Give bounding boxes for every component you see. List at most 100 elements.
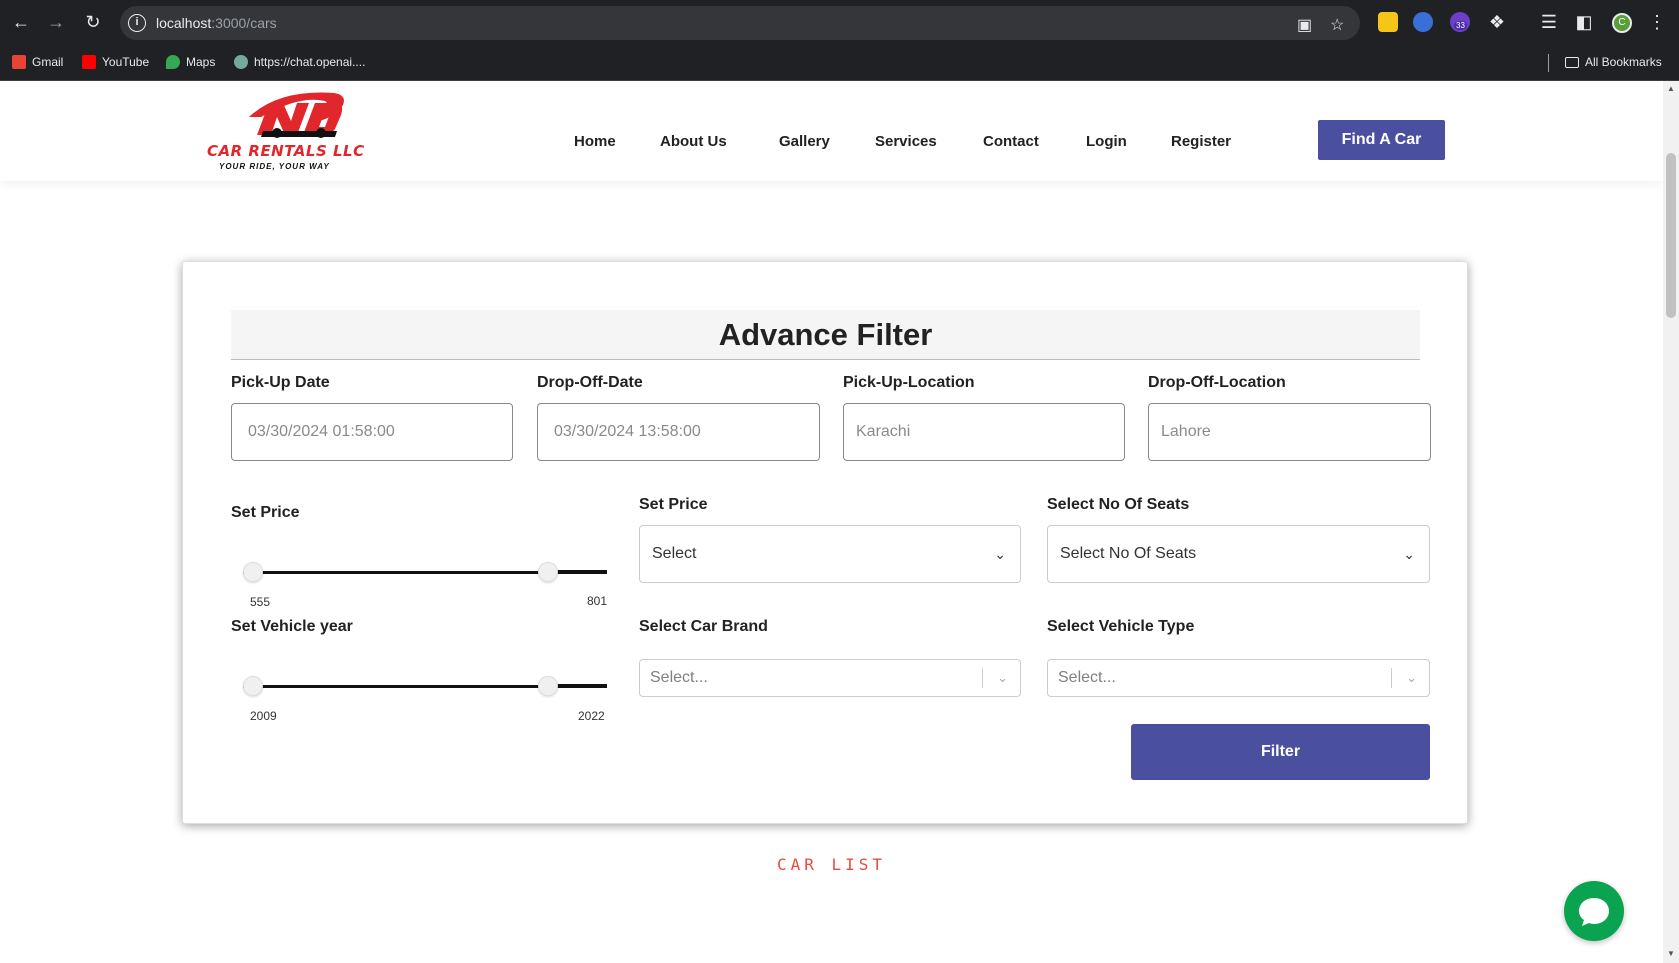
chevron-down-icon: ⌄	[994, 546, 1006, 562]
back-icon[interactable]: ←	[10, 11, 32, 33]
browser-toolbar: ← → ↻ i localhost:3000/cars ▣ ☆ 33 ❖ ☰ ◧…	[0, 0, 1679, 46]
bookmark-star-icon[interactable]: ☆	[1330, 15, 1344, 35]
price-min-handle[interactable]	[243, 562, 263, 582]
extension-blue-icon[interactable]	[1413, 12, 1433, 32]
bookmark-youtube[interactable]: YouTube	[82, 55, 149, 69]
browser-menu-icon[interactable]: ⋮	[1646, 11, 1668, 33]
seats-select-label: Select No Of Seats	[1047, 496, 1190, 513]
bookmark-label: Maps	[186, 55, 216, 69]
site-logo[interactable]: CAR RENTALS LLC YOUR RIDE, YOUR WAY	[205, 85, 365, 173]
nav-services[interactable]: Services	[875, 133, 937, 150]
year-min-value: 2009	[250, 709, 277, 723]
media-control-icon[interactable]: ☰	[1538, 11, 1560, 33]
url-host: localhost	[156, 15, 212, 31]
car-list-heading: CAR LIST	[776, 855, 887, 874]
scrollbar-thumb[interactable]	[1666, 153, 1676, 318]
gmail-icon	[12, 55, 26, 69]
extension-purple-icon[interactable]: 33	[1450, 12, 1470, 32]
nav-gallery[interactable]: Gallery	[779, 133, 830, 150]
bookmarks-bar: Gmail YouTube Maps https://chat.openai..…	[0, 46, 1679, 81]
price-select[interactable]: Select ⌄	[639, 525, 1021, 583]
car-brand-placeholder: Select...	[650, 669, 708, 686]
install-app-icon[interactable]: ▣	[1297, 15, 1312, 35]
bookmark-label: YouTube	[102, 55, 150, 69]
year-max-value: 2022	[578, 709, 605, 723]
extension-badge: 33	[1454, 21, 1467, 30]
pickup-date-input[interactable]: 03/30/2024 01:58:00	[231, 403, 513, 461]
price-range-label: Set Price	[231, 504, 300, 521]
price-range-slider[interactable]	[243, 562, 607, 582]
nav-contact[interactable]: Contact	[983, 133, 1039, 150]
bookmarks-divider	[1548, 54, 1549, 72]
seats-select[interactable]: Select No Of Seats ⌄	[1047, 525, 1430, 583]
forward-icon[interactable]: →	[45, 11, 67, 33]
scroll-down-icon[interactable]: ▼	[1667, 949, 1675, 958]
filter-title: Advance Filter	[718, 317, 933, 352]
car-brand-label: Select Car Brand	[639, 618, 768, 635]
dropoff-date-input[interactable]: 03/30/2024 13:58:00	[537, 403, 820, 461]
url-path: :3000/cars	[211, 15, 277, 31]
price-max-value: 801	[587, 594, 608, 608]
bookmark-openai[interactable]: https://chat.openai....	[234, 55, 365, 69]
logo-brand-text: CAR RENTALS LLC	[207, 142, 365, 160]
extension-yellow-icon[interactable]	[1378, 12, 1398, 32]
find-a-car-button[interactable]: Find A Car	[1318, 120, 1445, 160]
year-min-handle[interactable]	[243, 676, 263, 696]
nav-register[interactable]: Register	[1171, 133, 1231, 150]
page-scrollbar[interactable]: ▲ ▼	[1663, 81, 1679, 963]
year-max-handle[interactable]	[538, 676, 558, 696]
bookmark-label: https://chat.openai....	[254, 55, 366, 69]
chat-bubble-icon	[1579, 898, 1609, 926]
pickup-date-label: Pick-Up Date	[231, 374, 330, 391]
logo-tagline: YOUR RIDE, YOUR WAY	[219, 162, 330, 171]
extensions-puzzle-icon[interactable]: ❖	[1486, 11, 1508, 33]
advance-filter-card: Advance Filter Pick-Up Date 03/30/2024 0…	[182, 261, 1468, 824]
chevron-down-icon: ⌄	[1403, 546, 1415, 562]
pickup-location-input[interactable]: Karachi	[843, 403, 1125, 461]
price-select-value: Select	[652, 545, 697, 562]
filter-button[interactable]: Filter	[1131, 724, 1430, 780]
all-bookmarks-label: All Bookmarks	[1585, 55, 1662, 69]
vehicle-type-placeholder: Select...	[1058, 669, 1116, 686]
folder-icon	[1565, 56, 1579, 68]
nav-login[interactable]: Login	[1086, 133, 1127, 150]
chat-widget-button[interactable]	[1564, 881, 1624, 941]
vehicle-type-label: Select Vehicle Type	[1047, 618, 1195, 635]
vehicle-type-select[interactable]: Select... ⌄	[1047, 659, 1430, 697]
openai-icon	[234, 55, 248, 69]
chevron-down-icon: ⌄	[1406, 670, 1417, 685]
dropoff-location-input[interactable]: Lahore	[1148, 403, 1431, 461]
profile-avatar[interactable]: C	[1612, 13, 1632, 33]
bookmark-maps[interactable]: Maps	[166, 55, 215, 69]
side-panel-icon[interactable]: ◧	[1573, 11, 1595, 33]
filter-title-bar: Advance Filter	[231, 310, 1420, 360]
bookmark-label: Gmail	[32, 55, 64, 69]
all-bookmarks[interactable]: All Bookmarks	[1565, 55, 1662, 69]
car-brand-select[interactable]: Select... ⌄	[639, 659, 1021, 697]
youtube-icon	[82, 55, 96, 69]
select-separator	[982, 668, 983, 688]
year-slider-track	[243, 685, 543, 688]
seats-select-value: Select No Of Seats	[1060, 545, 1197, 562]
price-max-handle[interactable]	[538, 562, 558, 582]
nav-home[interactable]: Home	[574, 133, 616, 150]
bookmark-gmail[interactable]: Gmail	[12, 55, 63, 69]
dropoff-location-label: Drop-Off-Location	[1148, 374, 1286, 391]
logo-car-mark-icon	[249, 92, 344, 138]
nav-about-us[interactable]: About Us	[660, 133, 727, 150]
address-bar[interactable]: i localhost:3000/cars ▣ ☆	[120, 6, 1360, 40]
page-viewport: CAR RENTALS LLC YOUR RIDE, YOUR WAY Home…	[0, 81, 1663, 963]
year-range-label: Set Vehicle year	[231, 618, 353, 635]
price-select-label: Set Price	[639, 496, 708, 513]
site-info-icon[interactable]: i	[128, 14, 146, 32]
price-slider-track	[243, 571, 543, 574]
chevron-down-icon: ⌄	[997, 670, 1008, 685]
year-range-slider[interactable]	[243, 676, 607, 696]
scroll-up-icon[interactable]: ▲	[1667, 84, 1675, 93]
select-separator	[1391, 668, 1392, 688]
pickup-location-label: Pick-Up-Location	[843, 374, 975, 391]
site-header: CAR RENTALS LLC YOUR RIDE, YOUR WAY Home…	[0, 81, 1663, 181]
reload-icon[interactable]: ↻	[82, 11, 104, 33]
dropoff-date-label: Drop-Off-Date	[537, 374, 643, 391]
price-min-value: 555	[250, 595, 271, 609]
